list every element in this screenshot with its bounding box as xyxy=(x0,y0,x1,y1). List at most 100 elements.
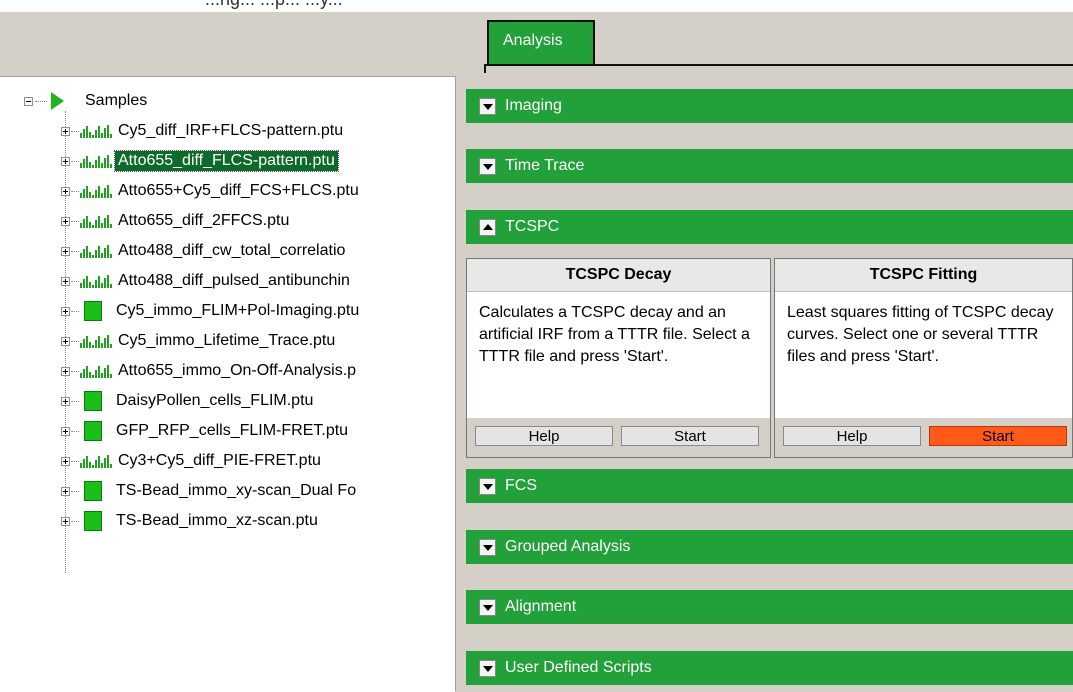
tree-item-selected[interactable]: Atto655_diff_FLCS-pattern.ptu xyxy=(61,149,339,173)
tree-root-samples[interactable]: Samples xyxy=(24,91,147,111)
play-icon xyxy=(51,92,64,110)
expand-icon[interactable] xyxy=(61,516,70,526)
section-user-defined-scripts[interactable]: User Defined Scripts xyxy=(466,651,1073,685)
expand-arrow-icon[interactable] xyxy=(479,97,496,115)
section-grouped-analysis[interactable]: Grouped Analysis xyxy=(466,530,1073,564)
section-imaging[interactable]: Imaging xyxy=(466,89,1073,123)
tree-connector xyxy=(71,490,79,492)
tree-connector xyxy=(71,250,79,252)
collapse-arrow-icon[interactable] xyxy=(479,218,496,236)
tree-connector xyxy=(71,280,79,282)
tree-connector xyxy=(71,520,79,522)
tree-connector xyxy=(71,370,79,372)
image-file-icon xyxy=(84,301,102,321)
start-button[interactable]: Start xyxy=(621,426,759,446)
card-description: Least squares fitting of TCSPC decay cur… xyxy=(775,292,1072,418)
tree-item-label: Cy3+Cy5_diff_PIE-FRET.ptu xyxy=(118,452,321,469)
image-file-icon xyxy=(84,511,102,531)
tree-item[interactable]: Atto655_immo_On-Off-Analysis.p xyxy=(61,359,359,383)
tree-item-label: Atto655_diff_2FFCS.ptu xyxy=(118,212,290,229)
expand-icon[interactable] xyxy=(61,276,70,286)
expand-icon[interactable] xyxy=(61,126,70,136)
tree-item[interactable]: Cy5_diff_IRF+FLCS-pattern.ptu xyxy=(61,119,346,143)
expand-icon[interactable] xyxy=(61,396,70,406)
card-tcspc-decay: TCSPC Decay Calculates a TCSPC decay and… xyxy=(466,258,771,458)
section-label: Grouped Analysis xyxy=(505,538,631,555)
expand-icon[interactable] xyxy=(61,366,70,376)
expand-icon[interactable] xyxy=(61,246,70,256)
histogram-icon xyxy=(80,184,113,198)
tree-connector xyxy=(35,100,47,102)
tree-item-label: Cy5_immo_Lifetime_Trace.ptu xyxy=(118,332,336,349)
tree-item-label: Atto655_diff_FLCS-pattern.ptu xyxy=(114,150,339,172)
expand-icon[interactable] xyxy=(61,456,70,466)
card-tcspc-fitting: TCSPC Fitting Least squares fitting of T… xyxy=(774,258,1073,458)
section-label: User Defined Scripts xyxy=(505,659,652,676)
tree-item-label: DaisyPollen_cells_FLIM.ptu xyxy=(116,392,314,409)
tree-connector xyxy=(71,160,79,162)
start-button[interactable]: Start xyxy=(929,426,1067,446)
tree-item-label: GFP_RFP_cells_FLIM-FRET.ptu xyxy=(116,422,349,439)
image-file-icon xyxy=(84,391,102,411)
histogram-icon xyxy=(80,364,113,378)
tree-item[interactable]: TS-Bead_immo_xz-scan.ptu xyxy=(61,509,321,533)
tree-item[interactable]: Atto488_diff_cw_total_correlatio xyxy=(61,239,348,263)
expand-arrow-icon[interactable] xyxy=(479,598,496,616)
section-label: Alignment xyxy=(505,598,577,615)
tree-item[interactable]: DaisyPollen_cells_FLIM.ptu xyxy=(61,389,316,413)
help-button[interactable]: Help xyxy=(783,426,921,446)
tree-connector xyxy=(71,430,79,432)
card-description: Calculates a TCSPC decay and an artifici… xyxy=(467,292,770,418)
tree-item[interactable]: GFP_RFP_cells_FLIM-FRET.ptu xyxy=(61,419,351,443)
help-button[interactable]: Help xyxy=(475,426,613,446)
collapse-icon[interactable] xyxy=(24,96,33,106)
window-title-strip: ...ng... ...p... ...y... xyxy=(0,0,1073,12)
expand-icon[interactable] xyxy=(61,306,70,316)
tab-analysis[interactable]: Analysis xyxy=(487,20,595,66)
tcspc-section-body: TCSPC Decay Calculates a TCSPC decay and… xyxy=(466,254,1073,464)
tree-item[interactable]: Cy5_immo_FLIM+Pol-Imaging.ptu xyxy=(61,299,362,323)
section-tcspc[interactable]: TCSPC xyxy=(466,210,1073,244)
histogram-icon xyxy=(80,214,113,228)
card-buttons: Help Start xyxy=(467,418,770,446)
window-title: ...ng... ...p... ...y... xyxy=(205,0,343,10)
tree-item[interactable]: Atto655_diff_2FFCS.ptu xyxy=(61,209,292,233)
card-title: TCSPC Fitting xyxy=(775,259,1072,292)
expand-icon[interactable] xyxy=(61,426,70,436)
tree-item-label: Atto655_immo_On-Off-Analysis.p xyxy=(118,362,357,379)
section-alignment[interactable]: Alignment xyxy=(466,590,1073,624)
histogram-icon xyxy=(80,124,113,138)
expand-arrow-icon[interactable] xyxy=(479,538,496,556)
tab-analysis-label: Analysis xyxy=(503,32,563,49)
expand-icon[interactable] xyxy=(61,486,70,496)
expand-icon[interactable] xyxy=(61,216,70,226)
tree-item-label: Atto655+Cy5_diff_FCS+FLCS.ptu xyxy=(118,182,359,199)
expand-arrow-icon[interactable] xyxy=(479,477,496,495)
histogram-icon xyxy=(80,334,113,348)
expand-icon[interactable] xyxy=(61,186,70,196)
tree-item[interactable]: Atto655+Cy5_diff_FCS+FLCS.ptu xyxy=(61,179,362,203)
expand-icon[interactable] xyxy=(61,156,70,166)
tree-connector xyxy=(71,460,79,462)
section-time-trace[interactable]: Time Trace xyxy=(466,149,1073,183)
tree-item[interactable]: Cy5_immo_Lifetime_Trace.ptu xyxy=(61,329,338,353)
card-buttons: Help Start xyxy=(775,418,1072,446)
tree-connector xyxy=(71,400,79,402)
tree-item-label: Cy5_diff_IRF+FLCS-pattern.ptu xyxy=(118,122,344,139)
tree-item-label: TS-Bead_immo_xy-scan_Dual Fo xyxy=(116,482,357,499)
section-label: FCS xyxy=(505,477,537,494)
image-file-icon xyxy=(84,421,102,441)
expand-arrow-icon[interactable] xyxy=(479,157,496,175)
histogram-icon xyxy=(80,244,113,258)
section-label: Imaging xyxy=(505,97,562,114)
sample-tree[interactable]: Samples Cy5_diff_IRF+FLCS-pattern.ptu At… xyxy=(0,76,455,692)
tree-item[interactable]: Atto488_diff_pulsed_antibunchin xyxy=(61,269,353,293)
expand-icon[interactable] xyxy=(61,336,70,346)
tree-item[interactable]: Cy3+Cy5_diff_PIE-FRET.ptu xyxy=(61,449,324,473)
tree-connector xyxy=(71,340,79,342)
section-fcs[interactable]: FCS xyxy=(466,469,1073,503)
tree-item[interactable]: TS-Bead_immo_xy-scan_Dual Fo xyxy=(61,479,359,503)
tree-connector xyxy=(71,310,79,312)
analysis-panel: Imaging Time Trace TCSPC TCSPC Decay Cal… xyxy=(460,76,1073,691)
expand-arrow-icon[interactable] xyxy=(479,659,496,677)
